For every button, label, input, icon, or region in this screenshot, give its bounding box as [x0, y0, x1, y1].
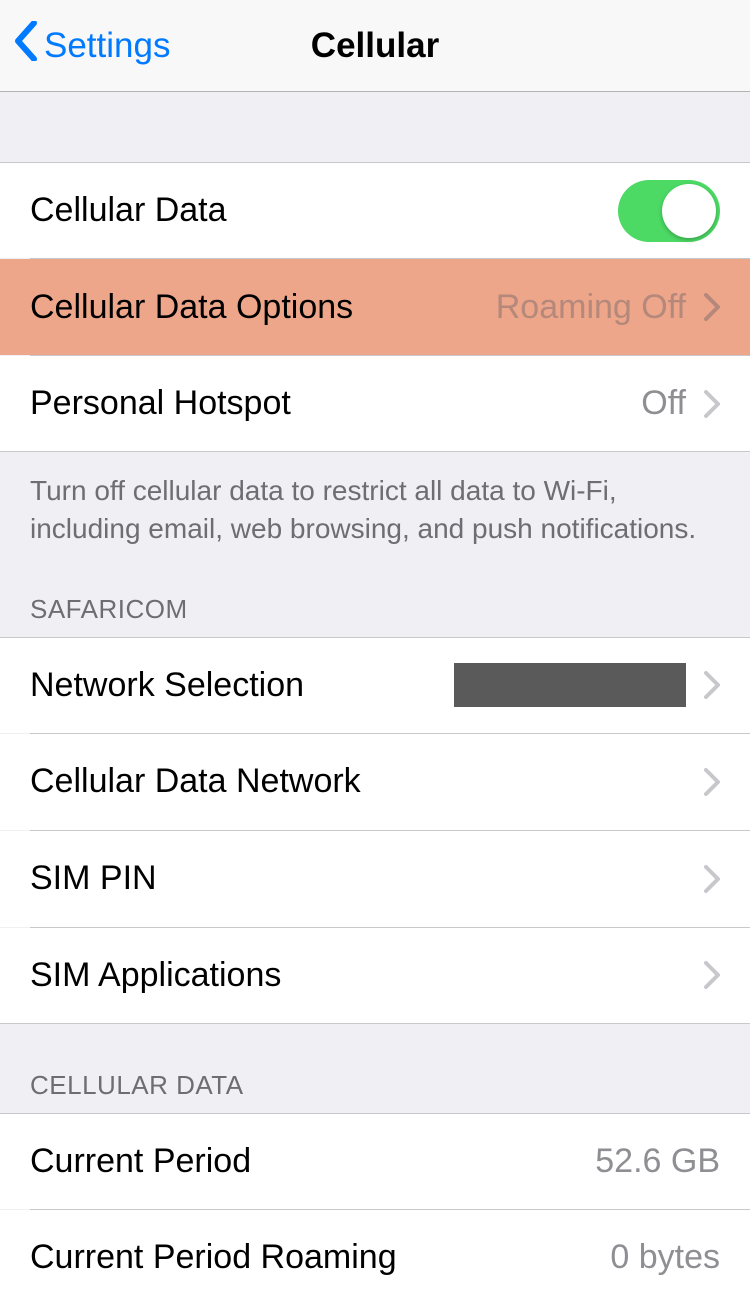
cellular-data-options-row[interactable]: Cellular Data Options Roaming Off [0, 259, 750, 355]
cellular-data-label: Cellular Data [30, 191, 618, 230]
network-selection-value-redacted [454, 663, 686, 707]
cellular-data-options-value: Roaming Off [496, 288, 686, 327]
sim-applications-label: SIM Applications [30, 956, 704, 995]
group1-footer: Turn off cellular data to restrict all d… [0, 452, 750, 548]
cellular-data-network-row[interactable]: Cellular Data Network [0, 734, 750, 830]
chevron-right-icon [704, 390, 720, 418]
cellular-data-toggle[interactable] [618, 180, 720, 242]
chevron-right-icon [704, 671, 720, 699]
back-button[interactable]: Settings [0, 21, 170, 70]
current-period-label: Current Period [30, 1142, 595, 1181]
chevron-right-icon [704, 865, 720, 893]
current-period-roaming-value: 0 bytes [610, 1238, 720, 1277]
current-period-roaming-row: Current Period Roaming 0 bytes [0, 1210, 750, 1306]
chevron-right-icon [704, 293, 720, 321]
sim-applications-row[interactable]: SIM Applications [0, 928, 750, 1024]
network-selection-row[interactable]: Network Selection [0, 637, 750, 733]
page-title: Cellular [311, 26, 439, 66]
sim-pin-row[interactable]: SIM PIN [0, 831, 750, 927]
sim-pin-label: SIM PIN [30, 859, 704, 898]
chevron-right-icon [704, 961, 720, 989]
current-period-row: Current Period 52.6 GB [0, 1113, 750, 1209]
cellular-data-row[interactable]: Cellular Data [0, 162, 750, 258]
navigation-bar: Settings Cellular [0, 0, 750, 92]
personal-hotspot-row[interactable]: Personal Hotspot Off [0, 356, 750, 452]
current-period-roaming-label: Current Period Roaming [30, 1238, 610, 1277]
usage-header: CELLULAR DATA [0, 1024, 750, 1113]
cellular-data-options-label: Cellular Data Options [30, 288, 496, 327]
back-label: Settings [44, 26, 170, 66]
chevron-right-icon [704, 768, 720, 796]
network-selection-label: Network Selection [30, 666, 454, 705]
carrier-header: SAFARICOM [0, 548, 750, 637]
personal-hotspot-value: Off [641, 384, 686, 423]
cellular-data-network-label: Cellular Data Network [30, 762, 704, 801]
chevron-left-icon [14, 21, 44, 70]
current-period-value: 52.6 GB [595, 1142, 720, 1181]
personal-hotspot-label: Personal Hotspot [30, 384, 641, 423]
